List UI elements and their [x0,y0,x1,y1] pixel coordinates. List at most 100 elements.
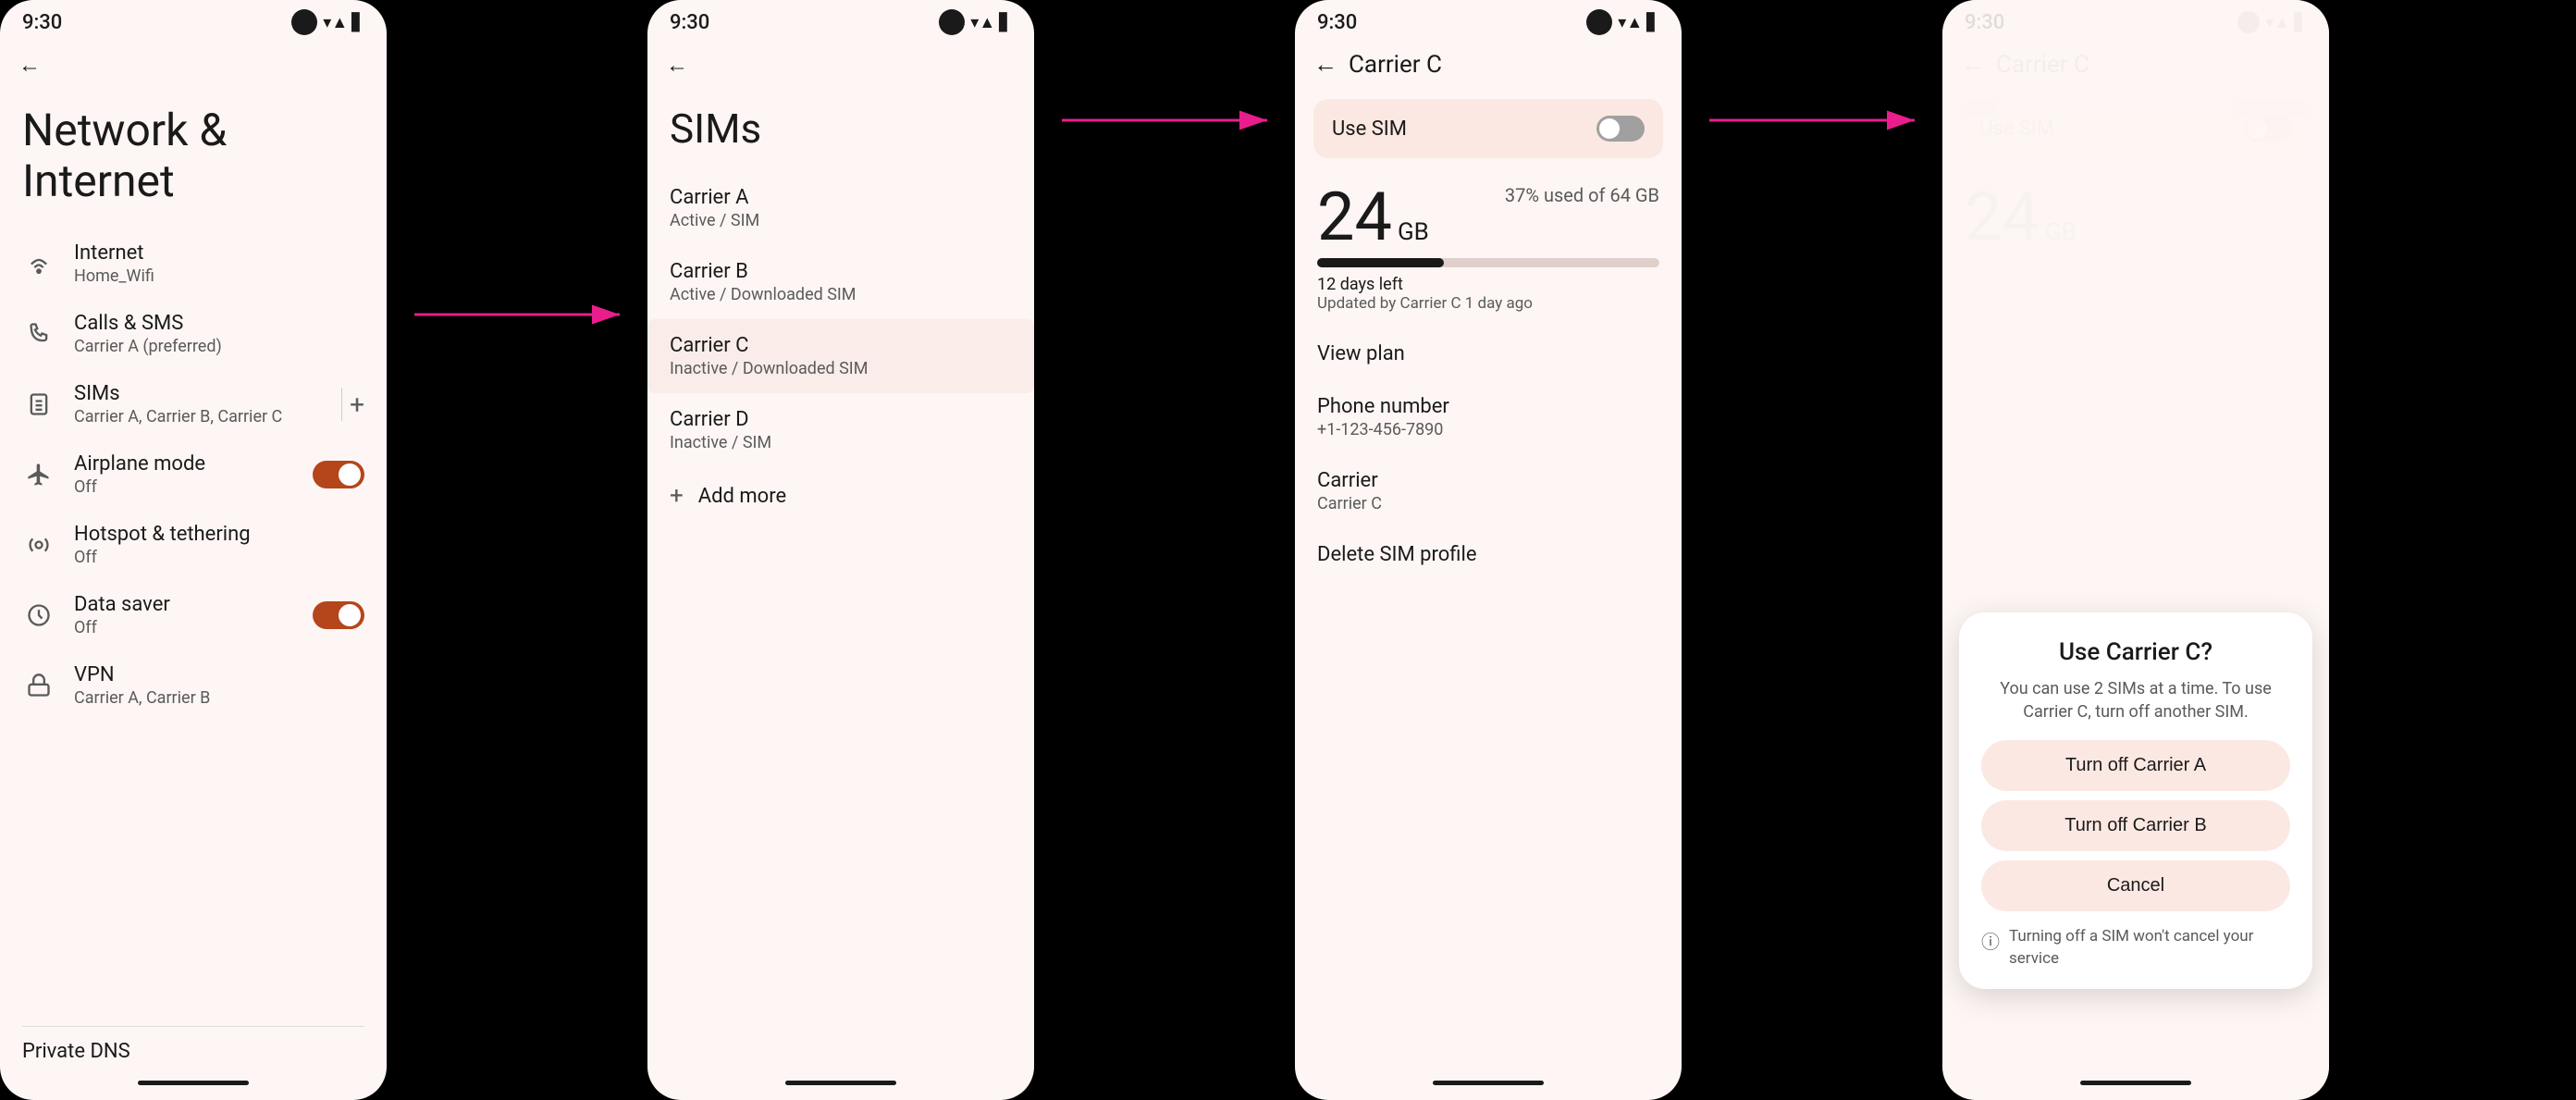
dialog-notice: ⓘ Turning off a SIM won't cancel your se… [1981,926,2290,970]
wifi-signal-icon-3: ▾▲ [1618,13,1643,32]
vpn-text: VPN Carrier A, Carrier B [74,663,364,708]
home-indicator-4 [2080,1081,2191,1085]
panel-dialog: 9:30 ▾▲ ▋ ← Carrier C Use SIM 24 GB [1942,0,2329,1100]
cell-signal-icon-3: ▋ [1646,13,1659,32]
view-plan-item[interactable]: View plan [1295,328,1682,380]
signal-icons-2: ▾▲ ▋ [970,13,1012,32]
turn-off-carrier-a-button[interactable]: Turn off Carrier A [1981,740,2290,791]
menu-item-hotspot[interactable]: Hotspot & tethering Off [0,510,387,580]
menu-item-calls-sms[interactable]: Calls & SMS Carrier A (preferred) [0,299,387,369]
add-more-button[interactable]: + Add more [647,467,1034,525]
home-indicator-3 [1433,1081,1544,1085]
data-number: 24 [1317,184,1392,251]
view-plan-label: View plan [1317,342,1659,365]
internet-label: Internet [74,241,364,265]
status-bar-3: 9:30 ▾▲ ▋ [1295,0,1682,41]
cancel-button[interactable]: Cancel [1981,860,2290,911]
carrier-d-name: Carrier D [670,408,1012,431]
vpn-sub: Carrier A, Carrier B [74,688,364,708]
sim-item-carrier-b[interactable]: Carrier B Active / Downloaded SIM [647,245,1034,319]
data-percent: 37% used of 64 GB [1505,184,1659,206]
calls-sms-sub: Carrier A (preferred) [74,337,364,356]
home-indicator-1 [138,1081,249,1085]
airplane-sub: Off [74,477,294,497]
cell-signal-icon-2: ▋ [999,13,1012,32]
sim-item-carrier-a[interactable]: Carrier A Active / SIM [647,171,1034,245]
menu-item-sims[interactable]: SIMs Carrier A, Carrier B, Carrier C + [0,369,387,439]
data-unit: GB [1398,218,1429,246]
separator-2 [1034,0,1295,1100]
back-arrow-icon-1: ← [18,52,41,79]
sims-label: SIMs [74,382,323,405]
back-button-1[interactable]: ← [0,41,387,90]
add-more-label: Add more [698,485,786,508]
wifi-icon [22,247,55,280]
phone-number-item[interactable]: Phone number +1-123-456-7890 [1295,380,1682,454]
menu-item-internet[interactable]: Internet Home_Wifi [0,229,387,299]
data-bar-fill [1317,258,1444,267]
camera-icon-3 [1586,9,1612,35]
sims-text: SIMs Carrier A, Carrier B, Carrier C [74,382,323,426]
dialog-title: Use Carrier C? [1981,638,2290,666]
hotspot-icon [22,528,55,562]
private-dns-label[interactable]: Private DNS [22,1040,364,1063]
sim-item-carrier-c[interactable]: Carrier C Inactive / Downloaded SIM [647,319,1034,393]
back-arrow-icon-2: ← [666,52,688,79]
carrier-value: Carrier C [1317,494,1659,513]
page-title-2: SIMs [647,90,1034,171]
phone-number-label: Phone number [1317,395,1659,418]
data-saver-label: Data saver [74,593,294,616]
carrier-a-status: Active / SIM [670,211,1012,230]
hotspot-text: Hotspot & tethering Off [74,523,364,567]
data-usage: 24 GB [1317,184,1429,251]
menu-item-data-saver[interactable]: Data saver Off [0,580,387,650]
status-icons-3: ▾▲ ▋ [1586,9,1659,35]
back-arrow-icon-3[interactable]: ← [1313,50,1337,79]
sim-item-carrier-d[interactable]: Carrier D Inactive / SIM [647,393,1034,467]
divider [341,388,342,421]
camera-icon-2 [939,9,965,35]
carrier-c-name: Carrier C [670,334,1012,357]
airplane-toggle[interactable] [313,461,364,488]
use-sim-toggle[interactable] [1596,116,1645,142]
sim-icon [22,388,55,421]
status-bar-1: 9:30 ▾▲ ▋ [0,0,387,41]
carrier-d-status: Inactive / SIM [670,433,1012,452]
data-saver-sub: Off [74,618,294,637]
vpn-label: VPN [74,663,364,686]
data-saver-toggle[interactable] [313,601,364,629]
back-button-2[interactable]: ← [647,41,1034,90]
data-days: 12 days left [1317,275,1659,294]
status-time-1: 9:30 [22,11,62,34]
internet-text: Internet Home_Wifi [74,241,364,286]
panel-network-internet: 9:30 ▾▲ ▋ ← Network & Internet Internet … [0,0,387,1100]
wifi-signal-icon: ▾▲ [323,13,348,32]
separator-1 [387,0,647,1100]
home-indicator-2 [785,1081,896,1085]
carrier-b-status: Active / Downloaded SIM [670,285,1012,304]
menu-item-vpn[interactable]: VPN Carrier A, Carrier B [0,650,387,721]
carrier-c-status: Inactive / Downloaded SIM [670,359,1012,378]
cell-signal-icon: ▋ [351,13,364,32]
status-time-3: 9:30 [1317,11,1357,34]
add-sim-button[interactable]: + [350,389,364,420]
delete-sim-label: Delete SIM profile [1317,543,1659,566]
use-sim-label: Use SIM [1332,117,1407,141]
delete-sim-item[interactable]: Delete SIM profile [1295,528,1682,581]
back-with-title-3: ← Carrier C [1295,41,1682,88]
internet-sub: Home_Wifi [74,266,364,286]
wifi-signal-icon-2: ▾▲ [970,13,995,32]
carrier-a-name: Carrier A [670,186,1012,209]
carrier-item[interactable]: Carrier Carrier C [1295,454,1682,528]
phone-number-value: +1-123-456-7890 [1317,420,1659,439]
data-saver-text: Data saver Off [74,593,294,637]
signal-icons-1: ▾▲ ▋ [323,13,364,32]
phone-icon [22,317,55,351]
dialog-description: You can use 2 SIMs at a time. To use Car… [1981,677,2290,723]
menu-item-airplane[interactable]: Airplane mode Off [0,439,387,510]
panel-sims: 9:30 ▾▲ ▋ ← SIMs Carrier A Active / SIM … [647,0,1034,1100]
panel-carrier-c: 9:30 ▾▲ ▋ ← Carrier C Use SIM 24 GB 37% … [1295,0,1682,1100]
carrier-b-name: Carrier B [670,260,1012,283]
info-icon: ⓘ [1981,927,2000,954]
turn-off-carrier-b-button[interactable]: Turn off Carrier B [1981,800,2290,851]
